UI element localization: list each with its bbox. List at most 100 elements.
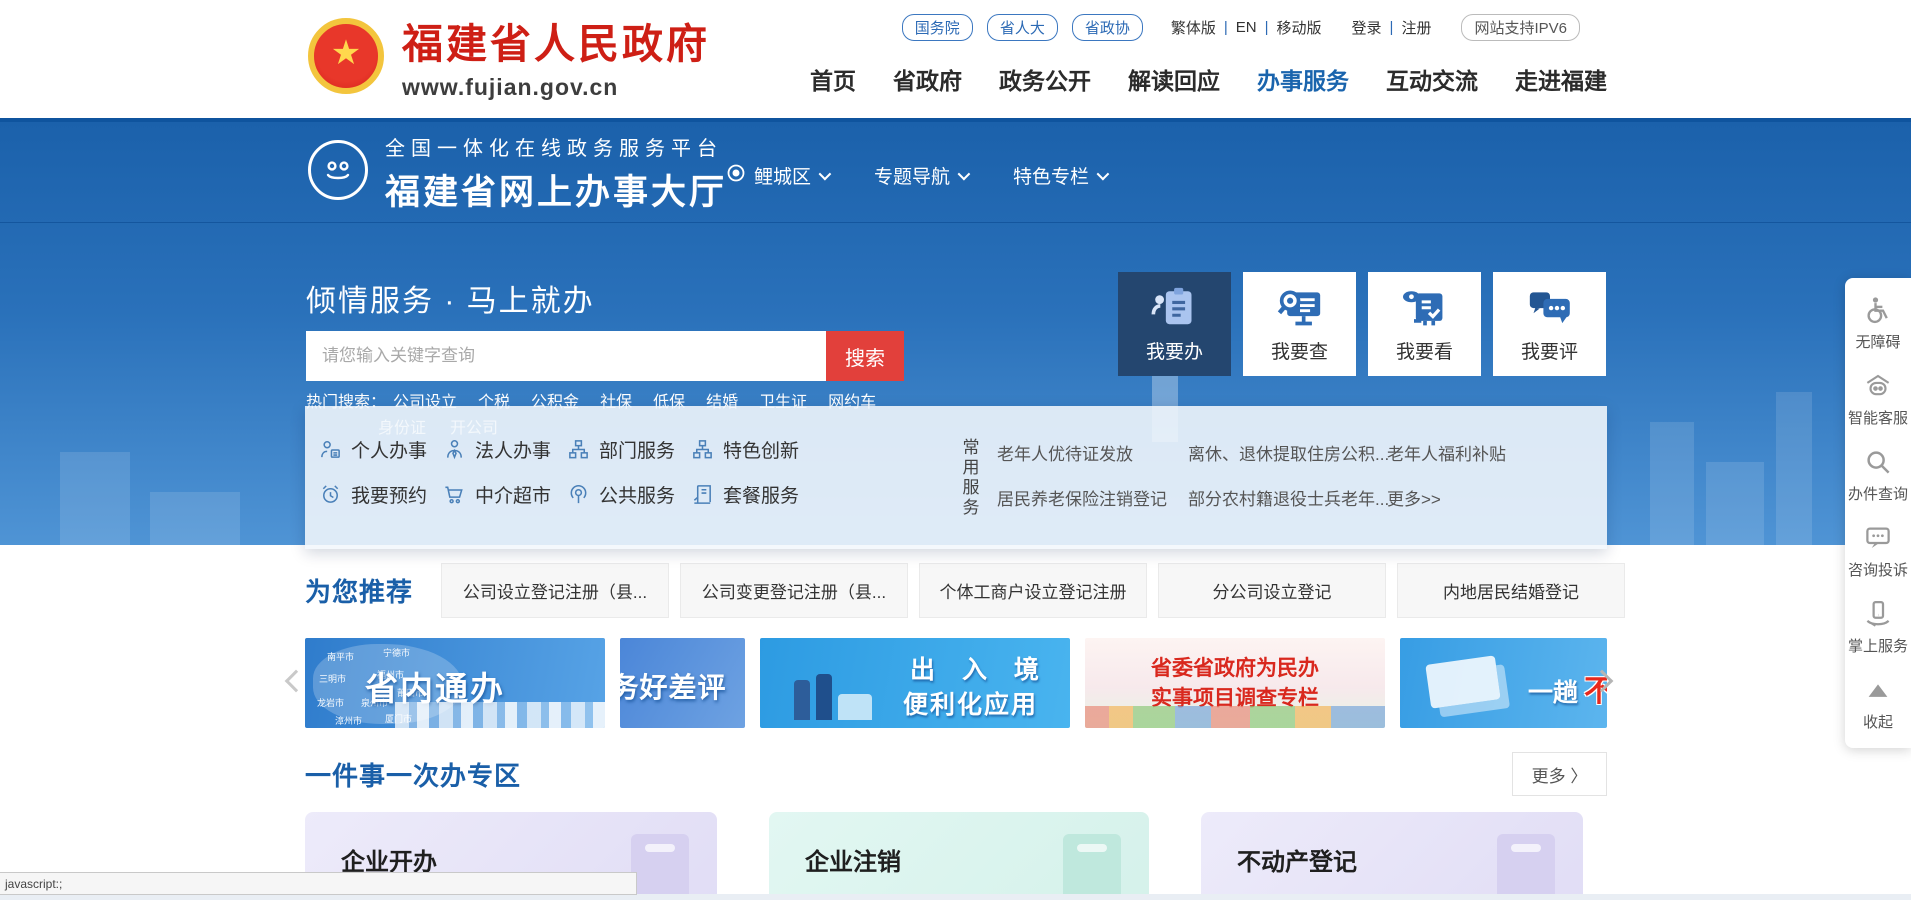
building-decoration xyxy=(150,492,240,549)
menu-agency-market[interactable]: 中介超市 xyxy=(443,481,567,508)
menu-package-services[interactable]: 套餐服务 xyxy=(691,481,815,508)
link-state-council[interactable]: 国务院 xyxy=(902,14,973,41)
banner-service-rating[interactable]: 务好差评 xyxy=(620,638,745,728)
building-decoration xyxy=(60,452,130,549)
sidebar-smart-service[interactable]: 智能客服 xyxy=(1845,362,1911,438)
building-decoration xyxy=(1776,392,1812,549)
eye-checklist-icon xyxy=(1401,285,1449,329)
banner-one-trip[interactable]: 一趟不用 xyxy=(1400,638,1607,728)
region-selector[interactable]: 鲤城区 xyxy=(726,162,828,189)
sidebar-accessibility[interactable]: 无障碍 xyxy=(1845,286,1911,362)
sidebar-collapse[interactable]: 收起 xyxy=(1845,666,1911,742)
common-link[interactable]: 居民养老保险注销登记 xyxy=(997,485,1188,510)
lang-traditional[interactable]: 繁体版 xyxy=(1171,17,1216,38)
sidebar-consult-complaint[interactable]: 咨询投诉 xyxy=(1845,514,1911,590)
nav-interpretation[interactable]: 解读回应 xyxy=(1128,62,1220,96)
main-content: 为您推荐 公司设立登记注册（县... 公司变更登记注册（县... 个体工商户设立… xyxy=(0,545,1911,900)
common-services-label: 常用服务 xyxy=(961,438,981,518)
one-thing-more-button[interactable]: 更多 〉 xyxy=(1512,752,1607,796)
card-business-cancellation[interactable]: 企业注销 企业注销一窗通办，减少企业跑动次数 xyxy=(769,812,1149,900)
site-header: ★ 福建省人民政府 www.fujian.gov.cn 国务院 省人大 省政协 … xyxy=(0,0,1911,118)
service-panel: 个人办事 法人办事 部门服务 xyxy=(305,406,1607,549)
menu-department-services[interactable]: 部门服务 xyxy=(567,436,691,463)
action-tiles: 我要办 我要查 我要看 xyxy=(1118,272,1606,376)
monitor-search-icon xyxy=(1276,285,1324,329)
common-more-link[interactable]: 更多>> xyxy=(1387,485,1506,510)
link-mobile-version[interactable]: 移动版 xyxy=(1277,17,1322,38)
banner-livelihood-survey[interactable]: 省委省政府为民办 实事项目调查专栏 xyxy=(1085,638,1385,728)
recommend-item[interactable]: 个体工商户设立登记注册 xyxy=(919,563,1147,618)
tile-i-want-to-review[interactable]: 我要评 xyxy=(1493,272,1606,376)
register-link[interactable]: 注册 xyxy=(1401,17,1431,38)
menu-appointment[interactable]: 我要预约 xyxy=(319,481,443,508)
link-cppcc[interactable]: 省政协 xyxy=(1072,14,1143,41)
hero-slogan: 倾情服务 · 马上就办 xyxy=(306,276,595,320)
hero-section: 全国一体化在线政务服务平台 福建省网上办事大厅 鲤城区 专题导航 特色专栏 倾情… xyxy=(0,118,1911,545)
menu-corporate-services[interactable]: 法人办事 xyxy=(443,436,567,463)
wheelchair-icon xyxy=(1863,295,1893,325)
sidebar-case-inquiry[interactable]: 办件查询 xyxy=(1845,438,1911,514)
common-link[interactable]: 老年人优待证发放 xyxy=(997,440,1188,465)
menu-featured-innovation[interactable]: 特色创新 xyxy=(691,436,815,463)
phone-in-hand-icon xyxy=(1863,599,1893,629)
tile-i-want-to-view[interactable]: 我要看 xyxy=(1368,272,1481,376)
tile-i-want-to-search[interactable]: 我要查 xyxy=(1243,272,1356,376)
nav-about-fujian[interactable]: 走进福建 xyxy=(1515,62,1607,96)
national-emblem-icon: ★ xyxy=(308,18,384,94)
menu-public-services[interactable]: 公共服务 xyxy=(567,481,691,508)
recommend-item[interactable]: 内地居民结婚登记 xyxy=(1397,563,1625,618)
chevron-down-icon xyxy=(958,168,971,181)
org-chart-icon xyxy=(691,438,714,461)
platform-title: 福建省网上办事大厅 xyxy=(385,164,727,215)
common-link[interactable]: 老年人福利补贴 xyxy=(1387,440,1506,465)
card-real-estate-registration[interactable]: 不动产登记 不动产交易、办税、登记 全过程“一窗受理、一... xyxy=(1201,812,1583,900)
person-card-icon xyxy=(319,438,342,461)
link-provincial-congress[interactable]: 省人大 xyxy=(987,14,1058,41)
banner-carousel: 南平市 宁德市 三明市 福州市 莆田市 龙岩市 泉州市 漳州市 厦门市 省内通办… xyxy=(305,638,1607,728)
broadcast-icon xyxy=(567,483,590,506)
common-link[interactable]: 离休、退休提取住房公积... xyxy=(1188,440,1387,465)
float-sidebar: 无障碍 智能客服 办件查询 咨询投诉 掌上服务 收起 xyxy=(1845,278,1911,748)
person-figure-shape xyxy=(794,680,810,720)
lang-en[interactable]: EN xyxy=(1236,19,1257,36)
site-url: www.fujian.gov.cn xyxy=(402,74,710,101)
chat-bubble-icon xyxy=(1863,523,1893,553)
site-logo[interactable]: ★ 福建省人民政府 www.fujian.gov.cn xyxy=(308,10,710,101)
robot-mascot-icon xyxy=(1863,371,1893,401)
clipboard-icon xyxy=(1151,285,1199,329)
platform-logo-icon xyxy=(308,140,368,200)
recommend-item[interactable]: 公司变更登记注册（县... xyxy=(680,563,908,618)
recommend-item[interactable]: 公司设立登记注册（县... xyxy=(441,563,669,618)
building-illustration xyxy=(1497,834,1555,900)
nav-interaction[interactable]: 互动交流 xyxy=(1386,62,1478,96)
nav-gov-affairs[interactable]: 政务公开 xyxy=(999,62,1091,96)
org-chart-icon xyxy=(567,438,590,461)
banner-entry-exit[interactable]: 出 入 境 便利化应用 xyxy=(760,638,1070,728)
search-icon xyxy=(1863,447,1893,477)
search-button[interactable]: 搜索 xyxy=(826,331,904,381)
common-services-links: 老年人优待证发放 离休、退休提取住房公积... 老年人福利补贴 居民养老保险注销… xyxy=(997,440,1506,510)
nav-home[interactable]: 首页 xyxy=(810,62,856,96)
tile-i-want-to-apply[interactable]: 我要办 xyxy=(1118,272,1231,376)
topic-nav-dropdown[interactable]: 专题导航 xyxy=(874,162,967,189)
triangle-up-icon xyxy=(1863,675,1893,705)
nav-provincial-gov[interactable]: 省政府 xyxy=(893,62,962,96)
city-skyline-shape xyxy=(395,702,605,728)
banner-province-wide-service[interactable]: 南平市 宁德市 三明市 福州市 莆田市 龙岩市 泉州市 漳州市 厦门市 省内通办 xyxy=(305,638,605,728)
menu-personal-services[interactable]: 个人办事 xyxy=(319,436,443,463)
carousel-prev-icon[interactable] xyxy=(285,670,308,693)
featured-column-dropdown[interactable]: 特色专栏 xyxy=(1013,162,1106,189)
one-thing-title: 一件事一次办专区 xyxy=(305,756,521,793)
search-input[interactable] xyxy=(306,331,826,381)
shopping-cart-icon xyxy=(443,483,466,506)
platform-banner: 全国一体化在线政务服务平台 福建省网上办事大厅 鲤城区 专题导航 特色专栏 xyxy=(0,122,1911,223)
recommend-item[interactable]: 分公司设立登记 xyxy=(1158,563,1386,618)
person-figure-shape xyxy=(816,674,832,720)
chat-bubbles-icon xyxy=(1526,285,1574,329)
login-link[interactable]: 登录 xyxy=(1352,17,1382,38)
sidebar-mobile-service[interactable]: 掌上服务 xyxy=(1845,590,1911,666)
nav-services[interactable]: 办事服务 xyxy=(1257,62,1349,96)
common-link[interactable]: 部分农村籍退役士兵老年... xyxy=(1188,485,1387,510)
main-nav: 首页 省政府 政务公开 解读回应 办事服务 互动交流 走进福建 xyxy=(810,62,1607,96)
city-skyline-shape xyxy=(1085,706,1385,728)
